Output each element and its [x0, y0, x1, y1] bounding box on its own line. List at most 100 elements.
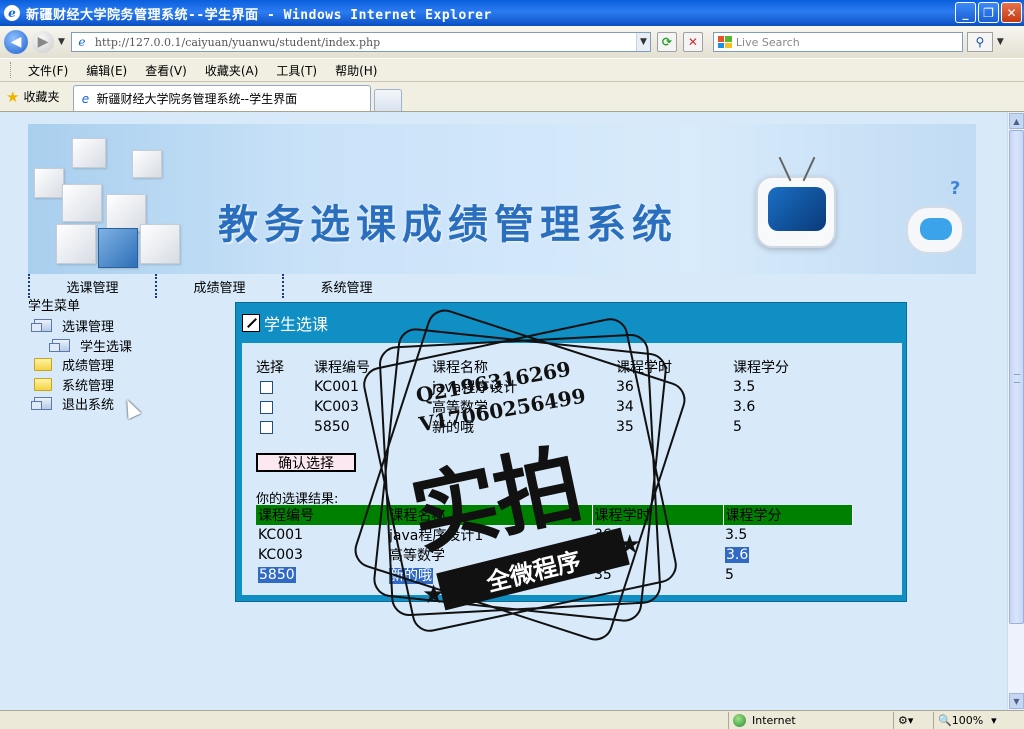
result-id: 5850: [258, 567, 296, 583]
panel-body: 选择 课程编号 课程名称 课程学时 课程学分 KC001 java程序设计 36…: [242, 343, 902, 595]
sidebar-item-course-management[interactable]: 选课管理: [28, 316, 228, 336]
menu-help[interactable]: 帮助(H): [326, 62, 386, 79]
menu-file[interactable]: 文件(F): [19, 62, 77, 79]
zoom-icon: 🔍: [938, 713, 952, 727]
col-course-id: 课程编号: [256, 505, 388, 525]
result-id: KC001: [258, 527, 303, 543]
menu-tools[interactable]: 工具(T): [267, 62, 326, 79]
tab-label: 新疆财经大学院务管理系统--学生界面: [96, 92, 298, 106]
nav-grades[interactable]: 成绩管理: [155, 274, 282, 298]
course-credits: 3.6: [733, 399, 756, 415]
stop-icon[interactable]: ✕: [682, 32, 703, 52]
result-name: 高等数学: [389, 548, 445, 564]
result-name: 新的哦: [389, 568, 433, 584]
folder-icon: [34, 377, 52, 391]
minimize-button[interactable]: _: [955, 2, 976, 23]
scroll-down-icon[interactable]: ▼: [1009, 693, 1024, 709]
result-credits: 5: [725, 567, 734, 583]
menu-view[interactable]: 查看(V): [136, 62, 196, 79]
nav-course-selection[interactable]: 选课管理: [28, 274, 155, 298]
tab-active[interactable]: e 新疆财经大学院务管理系统--学生界面: [73, 85, 372, 111]
col-credits: 课程学分: [723, 505, 853, 525]
table-header-row: 选择 课程编号 课程名称 课程学时 课程学分: [256, 357, 813, 377]
header-banner: 教务选课成绩管理系统 ?: [28, 124, 976, 274]
edit-icon: [242, 314, 260, 332]
url-text[interactable]: http://127.0.0.1/caiyuan/yuanwu/student/…: [95, 36, 636, 49]
cube-graphic: [72, 138, 106, 168]
open-folder-icon: [31, 397, 52, 411]
back-button[interactable]: ◀: [4, 30, 28, 54]
course-hours: 35: [616, 419, 634, 435]
course-id: KC003: [314, 399, 359, 415]
table-row: KC003 高等数学 34 3.6: [256, 545, 852, 565]
search-icon[interactable]: ⚲: [966, 32, 993, 52]
course-name: 高等数学: [432, 400, 488, 416]
table-header-row: 课程编号 课程名称 课程学时 课程学分: [256, 505, 853, 525]
result-id: KC003: [258, 547, 303, 563]
star-icon: ★: [6, 87, 20, 106]
address-dropdown-icon[interactable]: ▼: [635, 33, 650, 51]
table-row: 5850 新的哦 35 5: [256, 417, 813, 437]
course-checkbox[interactable]: [260, 400, 273, 414]
result-name: java程序设计1: [389, 528, 484, 544]
history-dropdown-icon[interactable]: ▼: [58, 37, 65, 47]
menu-bar: 文件(F) 编辑(E) 查看(V) 收藏夹(A) 工具(T) 帮助(H): [0, 58, 1024, 82]
protected-mode-icon[interactable]: ⚙▾: [893, 711, 933, 729]
scroll-up-icon[interactable]: ▲: [1009, 113, 1024, 129]
sidebar-item-course-selection[interactable]: 学生选课: [28, 336, 228, 356]
table-row: KC003 高等数学 34 3.6: [256, 397, 813, 417]
course-name: java程序设计: [432, 380, 518, 396]
top-nav: 选课管理 成绩管理 系统管理: [28, 274, 438, 298]
result-credits: 3.5: [725, 527, 748, 543]
tab-bar: ★ 收藏夹 e 新疆财经大学院务管理系统--学生界面: [0, 82, 1024, 112]
page-viewport: 教务选课成绩管理系统 ? 选课管理 成绩管理 系统管理 学生菜单 选课管理 学生…: [0, 112, 1007, 710]
col-course-name: 课程名称: [387, 505, 593, 525]
nav-system[interactable]: 系统管理: [282, 274, 409, 298]
status-text: [0, 712, 728, 729]
scroll-thumb[interactable]: [1009, 130, 1024, 624]
course-selection-panel: 学生选课 选择 课程编号 课程名称 课程学时 课程学分 KC001 java程序…: [235, 302, 907, 602]
zoom-level: 100%: [951, 713, 984, 727]
col-select: 选择: [256, 360, 284, 376]
result-table: 课程编号 课程名称 课程学时 课程学分 KC001 java程序设计1 36 3…: [256, 505, 853, 585]
status-zone: Internet: [728, 711, 893, 729]
sidebar-item-label: 成绩管理: [62, 359, 115, 375]
zoom-dropdown-icon: ▾: [991, 713, 997, 727]
status-bar: Internet ⚙▾ 🔍 100% ▾: [0, 710, 1024, 729]
cube-graphic: [140, 224, 180, 264]
result-hours: 36: [594, 527, 612, 543]
title-bar: e 新疆财经大学院务管理系统--学生界面 - Windows Internet …: [0, 0, 1024, 26]
search-options-icon[interactable]: ▼: [997, 37, 1004, 47]
page-icon: e: [81, 91, 90, 106]
cube-graphic: [132, 150, 162, 178]
vertical-scrollbar[interactable]: ▲ ▼: [1007, 112, 1024, 710]
panel-header: 学生选课: [236, 303, 906, 343]
favorites-button[interactable]: ★ 收藏夹: [0, 84, 69, 110]
forward-button[interactable]: ▶: [32, 31, 54, 53]
new-tab-button[interactable]: [374, 89, 403, 111]
restore-button[interactable]: ❐: [978, 2, 999, 23]
address-field[interactable]: e http://127.0.0.1/caiyuan/yuanwu/studen…: [70, 32, 651, 52]
close-button[interactable]: ✕: [1001, 2, 1022, 23]
course-checkbox[interactable]: [260, 420, 273, 434]
menu-edit[interactable]: 编辑(E): [77, 62, 136, 79]
sidebar-item-grades[interactable]: 成绩管理: [28, 355, 228, 375]
zoom-control[interactable]: 🔍 100% ▾: [933, 711, 1023, 729]
menu-favorites[interactable]: 收藏夹(A): [196, 62, 268, 79]
menu-grip: [10, 62, 13, 78]
folder-icon: [34, 358, 52, 372]
cube-graphic: [98, 228, 138, 268]
confirm-selection-button[interactable]: 确认选择: [256, 453, 356, 472]
favorites-label: 收藏夹: [23, 90, 60, 104]
course-checkbox[interactable]: [260, 380, 273, 394]
course-hours: 34: [616, 399, 634, 415]
sidebar-item-label: 退出系统: [62, 398, 115, 414]
sidebar-item-system[interactable]: 系统管理: [28, 375, 228, 395]
result-hours: 35: [594, 567, 612, 583]
cube-graphic: [34, 168, 64, 198]
course-hours: 36: [616, 379, 634, 395]
refresh-icon[interactable]: ⟳: [656, 32, 677, 52]
search-input[interactable]: Live Search: [712, 32, 963, 52]
col-hours: 课程学时: [592, 505, 724, 525]
question-mark-icon: ?: [950, 178, 961, 199]
